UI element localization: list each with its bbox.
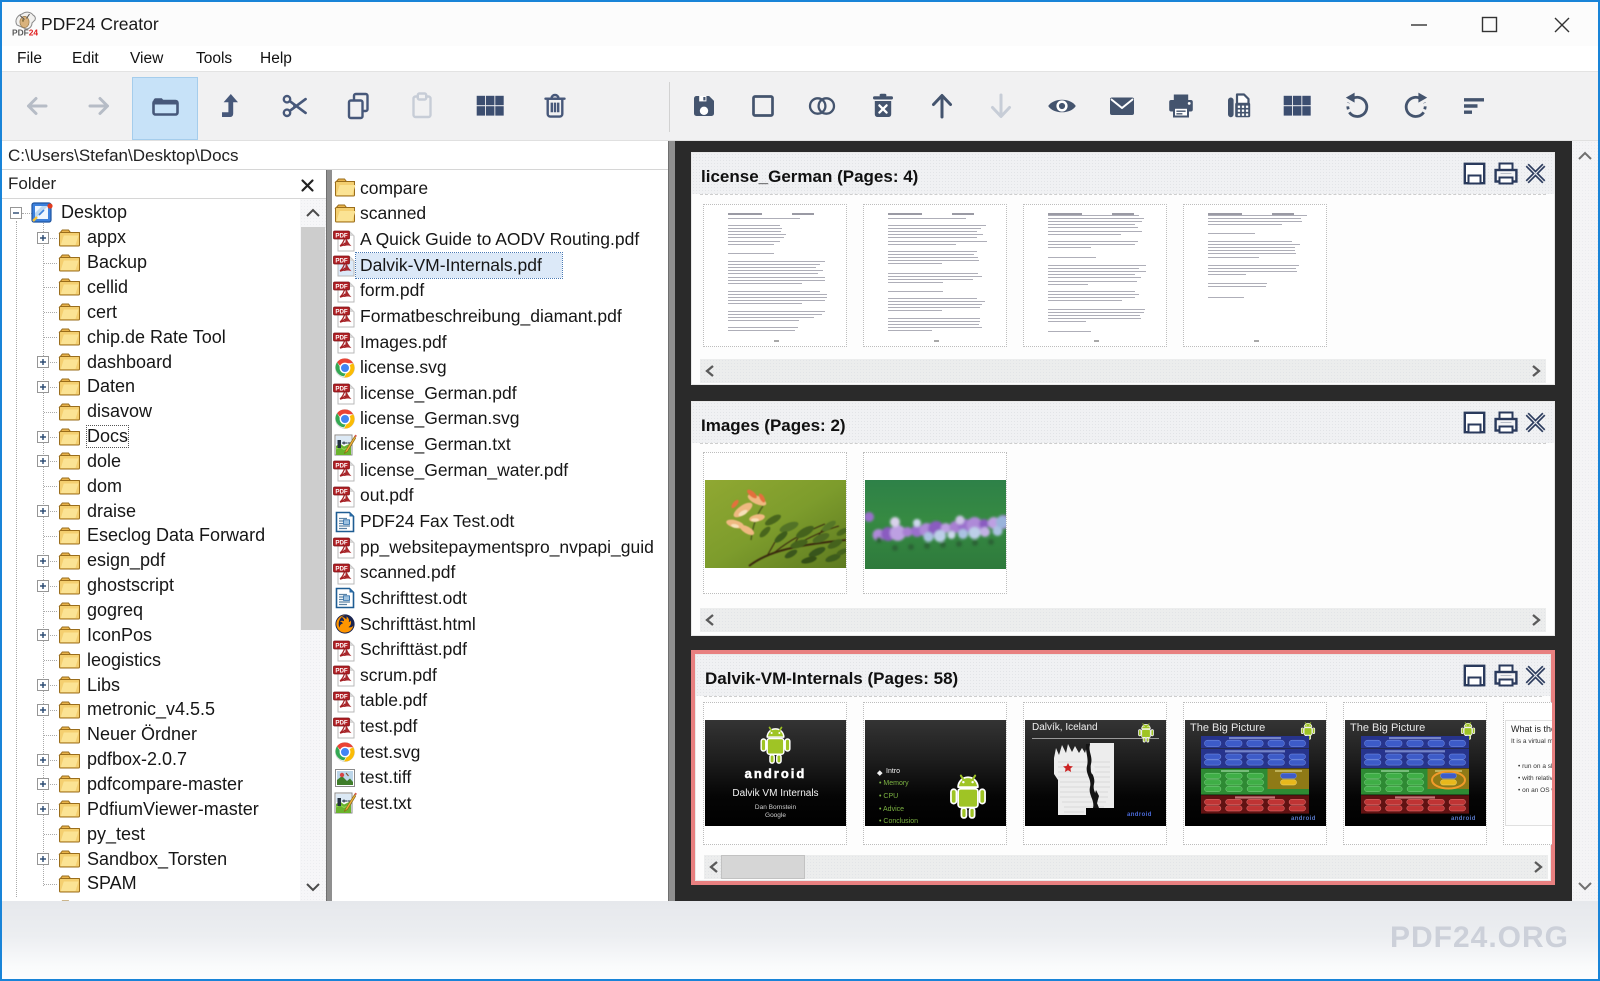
- svg-text:PDF: PDF: [335, 462, 348, 469]
- svg-text:PDF24: PDF24: [12, 28, 38, 38]
- svg-text:PDF: PDF: [335, 232, 348, 239]
- svg-text:PDF: PDF: [335, 642, 348, 649]
- svg-text:PDF: PDF: [335, 257, 348, 264]
- svg-text:PDF: PDF: [335, 283, 348, 290]
- svg-text:PDF: PDF: [335, 488, 348, 495]
- svg-text:PDF: PDF: [335, 565, 348, 572]
- svg-text:PDF: PDF: [335, 719, 348, 726]
- svg-text:PDF: PDF: [335, 693, 348, 700]
- svg-text:PDF: PDF: [335, 539, 348, 546]
- svg-text:PDF: PDF: [335, 308, 348, 315]
- svg-text:PDF: PDF: [335, 334, 348, 341]
- svg-text:PDF: PDF: [335, 385, 348, 392]
- svg-text:PDF: PDF: [335, 667, 348, 674]
